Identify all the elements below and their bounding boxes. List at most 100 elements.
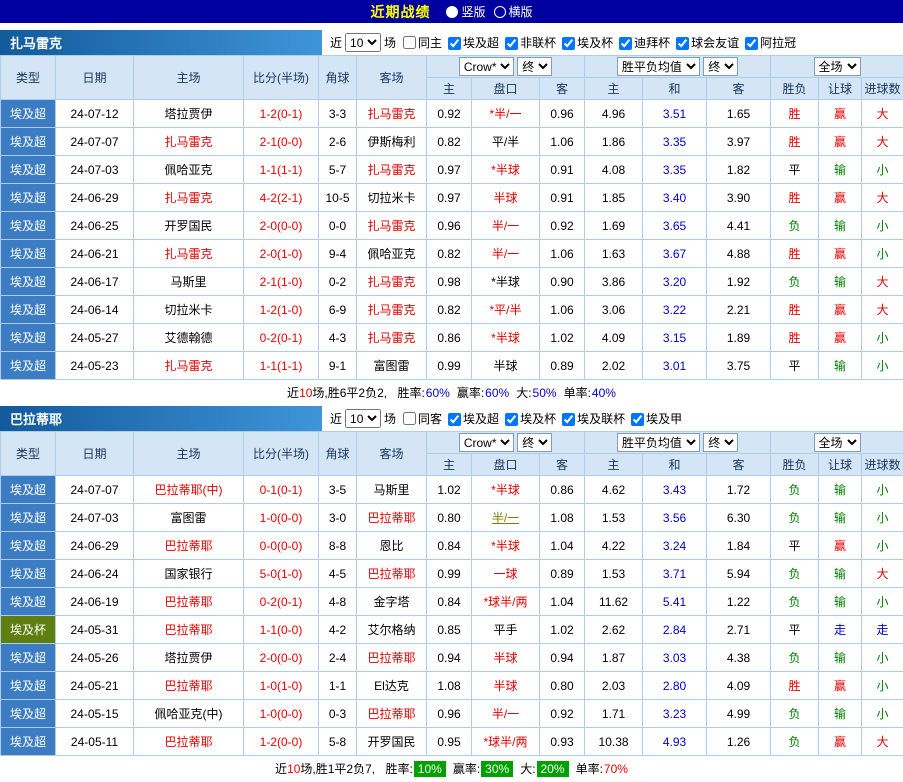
league-checkbox[interactable]: [562, 413, 575, 426]
cell-away-odds: 1.06: [540, 128, 585, 156]
subcol-avg-draw: 和: [643, 78, 707, 100]
cell-goals: 大: [862, 128, 903, 156]
cell-corner: 0-2: [319, 268, 357, 296]
cell-handicap-result: 输: [819, 504, 862, 532]
cell-avg-draw: 3.03: [643, 644, 707, 672]
cell-score: 2-1(0-0): [244, 128, 319, 156]
stat-value: 60%: [485, 386, 509, 400]
subcol-away-odds: 客: [540, 78, 585, 100]
odds-stage-select[interactable]: 终: [517, 433, 552, 452]
layout-radio-label[interactable]: 横版: [509, 5, 533, 19]
summary-rest: 场,胜1平2负7,: [300, 762, 378, 776]
cell-corner: 9-4: [319, 240, 357, 268]
col-score: 比分(半场): [244, 56, 319, 100]
league-checkbox[interactable]: [631, 413, 644, 426]
league-checkbox[interactable]: [448, 413, 461, 426]
scope-select-cell: 全场: [771, 56, 903, 78]
avg-select[interactable]: 胜平负均值: [617, 433, 700, 452]
cell-home-odds: 0.99: [427, 560, 472, 588]
layout-radio-icon[interactable]: [494, 6, 506, 18]
league-checkbox[interactable]: [505, 37, 518, 50]
subcol-home-odds: 主: [427, 78, 472, 100]
cell-avg-away: 4.09: [707, 672, 771, 700]
league-checkbox[interactable]: [745, 37, 758, 50]
league-checkbox[interactable]: [562, 37, 575, 50]
cell-goals: 小: [862, 672, 903, 700]
col-date: 日期: [56, 56, 134, 100]
cell-avg-away: 1.65: [707, 100, 771, 128]
league-checkbox[interactable]: [505, 413, 518, 426]
cell-score: 1-1(1-1): [244, 156, 319, 184]
league-checkbox[interactable]: [448, 37, 461, 50]
scope-select[interactable]: 全场: [814, 433, 861, 452]
cell-handicap: *半球: [472, 324, 540, 352]
near-label: 近: [330, 34, 342, 51]
match-row: 埃及超24-06-21扎马雷克2-0(1-0)9-4佩哈亚克0.82半/一1.0…: [1, 240, 903, 268]
same-venue-checkbox[interactable]: [403, 412, 416, 425]
section-header-home-team: 扎马雷克 近 10 场 同主 埃及超非联杯埃及杯迪拜杯球会友谊阿拉冠: [0, 30, 903, 55]
subcol-avg-home: 主: [585, 78, 643, 100]
cell-league: 埃及超: [1, 560, 56, 588]
recent-count-select[interactable]: 10: [345, 409, 381, 428]
cell-avg-away: 4.38: [707, 644, 771, 672]
cell-date: 24-06-29: [56, 184, 134, 212]
subcol-away-odds: 客: [540, 454, 585, 476]
cell-home-odds: 0.80: [427, 504, 472, 532]
match-row: 埃及超24-05-11巴拉蒂耶1-2(0-0)5-8开罗国民0.95*球半/两0…: [1, 728, 903, 756]
cell-result: 平: [771, 532, 819, 560]
cell-handicap-result: 赢: [819, 672, 862, 700]
match-row: 埃及杯24-05-31巴拉蒂耶1-1(0-0)4-2艾尔格纳0.85平手1.02…: [1, 616, 903, 644]
cell-handicap: 平手: [472, 616, 540, 644]
topbar: 近期战绩 竖版横版: [0, 0, 903, 23]
cell-league: 埃及超: [1, 672, 56, 700]
col-score: 比分(半场): [244, 432, 319, 476]
cell-corner: 10-5: [319, 184, 357, 212]
league-checkbox[interactable]: [676, 37, 689, 50]
avg-select[interactable]: 胜平负均值: [617, 57, 700, 76]
cell-home-odds: 0.97: [427, 184, 472, 212]
cell-corner: 2-6: [319, 128, 357, 156]
cell-score: 1-0(1-0): [244, 672, 319, 700]
bookmaker-select[interactable]: Crow*: [459, 433, 514, 452]
subcol-avg-draw: 和: [643, 454, 707, 476]
spacer: [0, 23, 903, 30]
cell-home-odds: 0.97: [427, 156, 472, 184]
cell-home-team: 国家银行: [134, 560, 244, 588]
cell-avg-away: 1.72: [707, 476, 771, 504]
cell-goals: 大: [862, 184, 903, 212]
layout-radio-icon[interactable]: [446, 6, 458, 18]
cell-goals: 大: [862, 560, 903, 588]
cell-score: 0-2(0-1): [244, 324, 319, 352]
cell-goals: 小: [862, 156, 903, 184]
cell-avg-away: 2.21: [707, 296, 771, 324]
cell-home-team: 扎马雷克: [134, 240, 244, 268]
cell-avg-draw: 3.71: [643, 560, 707, 588]
cell-away-team: 扎马雷克: [357, 324, 427, 352]
layout-radio-label[interactable]: 竖版: [461, 5, 485, 19]
same-venue-checkbox[interactable]: [403, 36, 416, 49]
cell-away-team: 巴拉蒂耶: [357, 504, 427, 532]
cell-home-team: 艾德翰德: [134, 324, 244, 352]
cell-league: 埃及超: [1, 476, 56, 504]
avg-stage-select[interactable]: 终: [703, 433, 738, 452]
scope-select[interactable]: 全场: [814, 57, 861, 76]
summary-count: 10: [287, 762, 300, 776]
cell-avg-home: 4.08: [585, 156, 643, 184]
cell-handicap-result: 赢: [819, 324, 862, 352]
cell-avg-away: 4.99: [707, 700, 771, 728]
cell-date: 24-06-14: [56, 296, 134, 324]
cell-away-odds: 0.92: [540, 212, 585, 240]
odds-stage-select[interactable]: 终: [517, 57, 552, 76]
cell-home-team: 塔拉贾伊: [134, 100, 244, 128]
cell-handicap: *半球: [472, 268, 540, 296]
cell-avg-away: 1.89: [707, 324, 771, 352]
league-checkbox-label: 阿拉冠: [760, 36, 796, 50]
bookmaker-select[interactable]: Crow*: [459, 57, 514, 76]
cell-home-odds: 0.82: [427, 296, 472, 324]
recent-count-select[interactable]: 10: [345, 33, 381, 52]
cell-date: 24-06-25: [56, 212, 134, 240]
avg-stage-select[interactable]: 终: [703, 57, 738, 76]
cell-avg-away: 1.22: [707, 588, 771, 616]
cell-home-odds: 0.82: [427, 128, 472, 156]
league-checkbox[interactable]: [619, 37, 632, 50]
